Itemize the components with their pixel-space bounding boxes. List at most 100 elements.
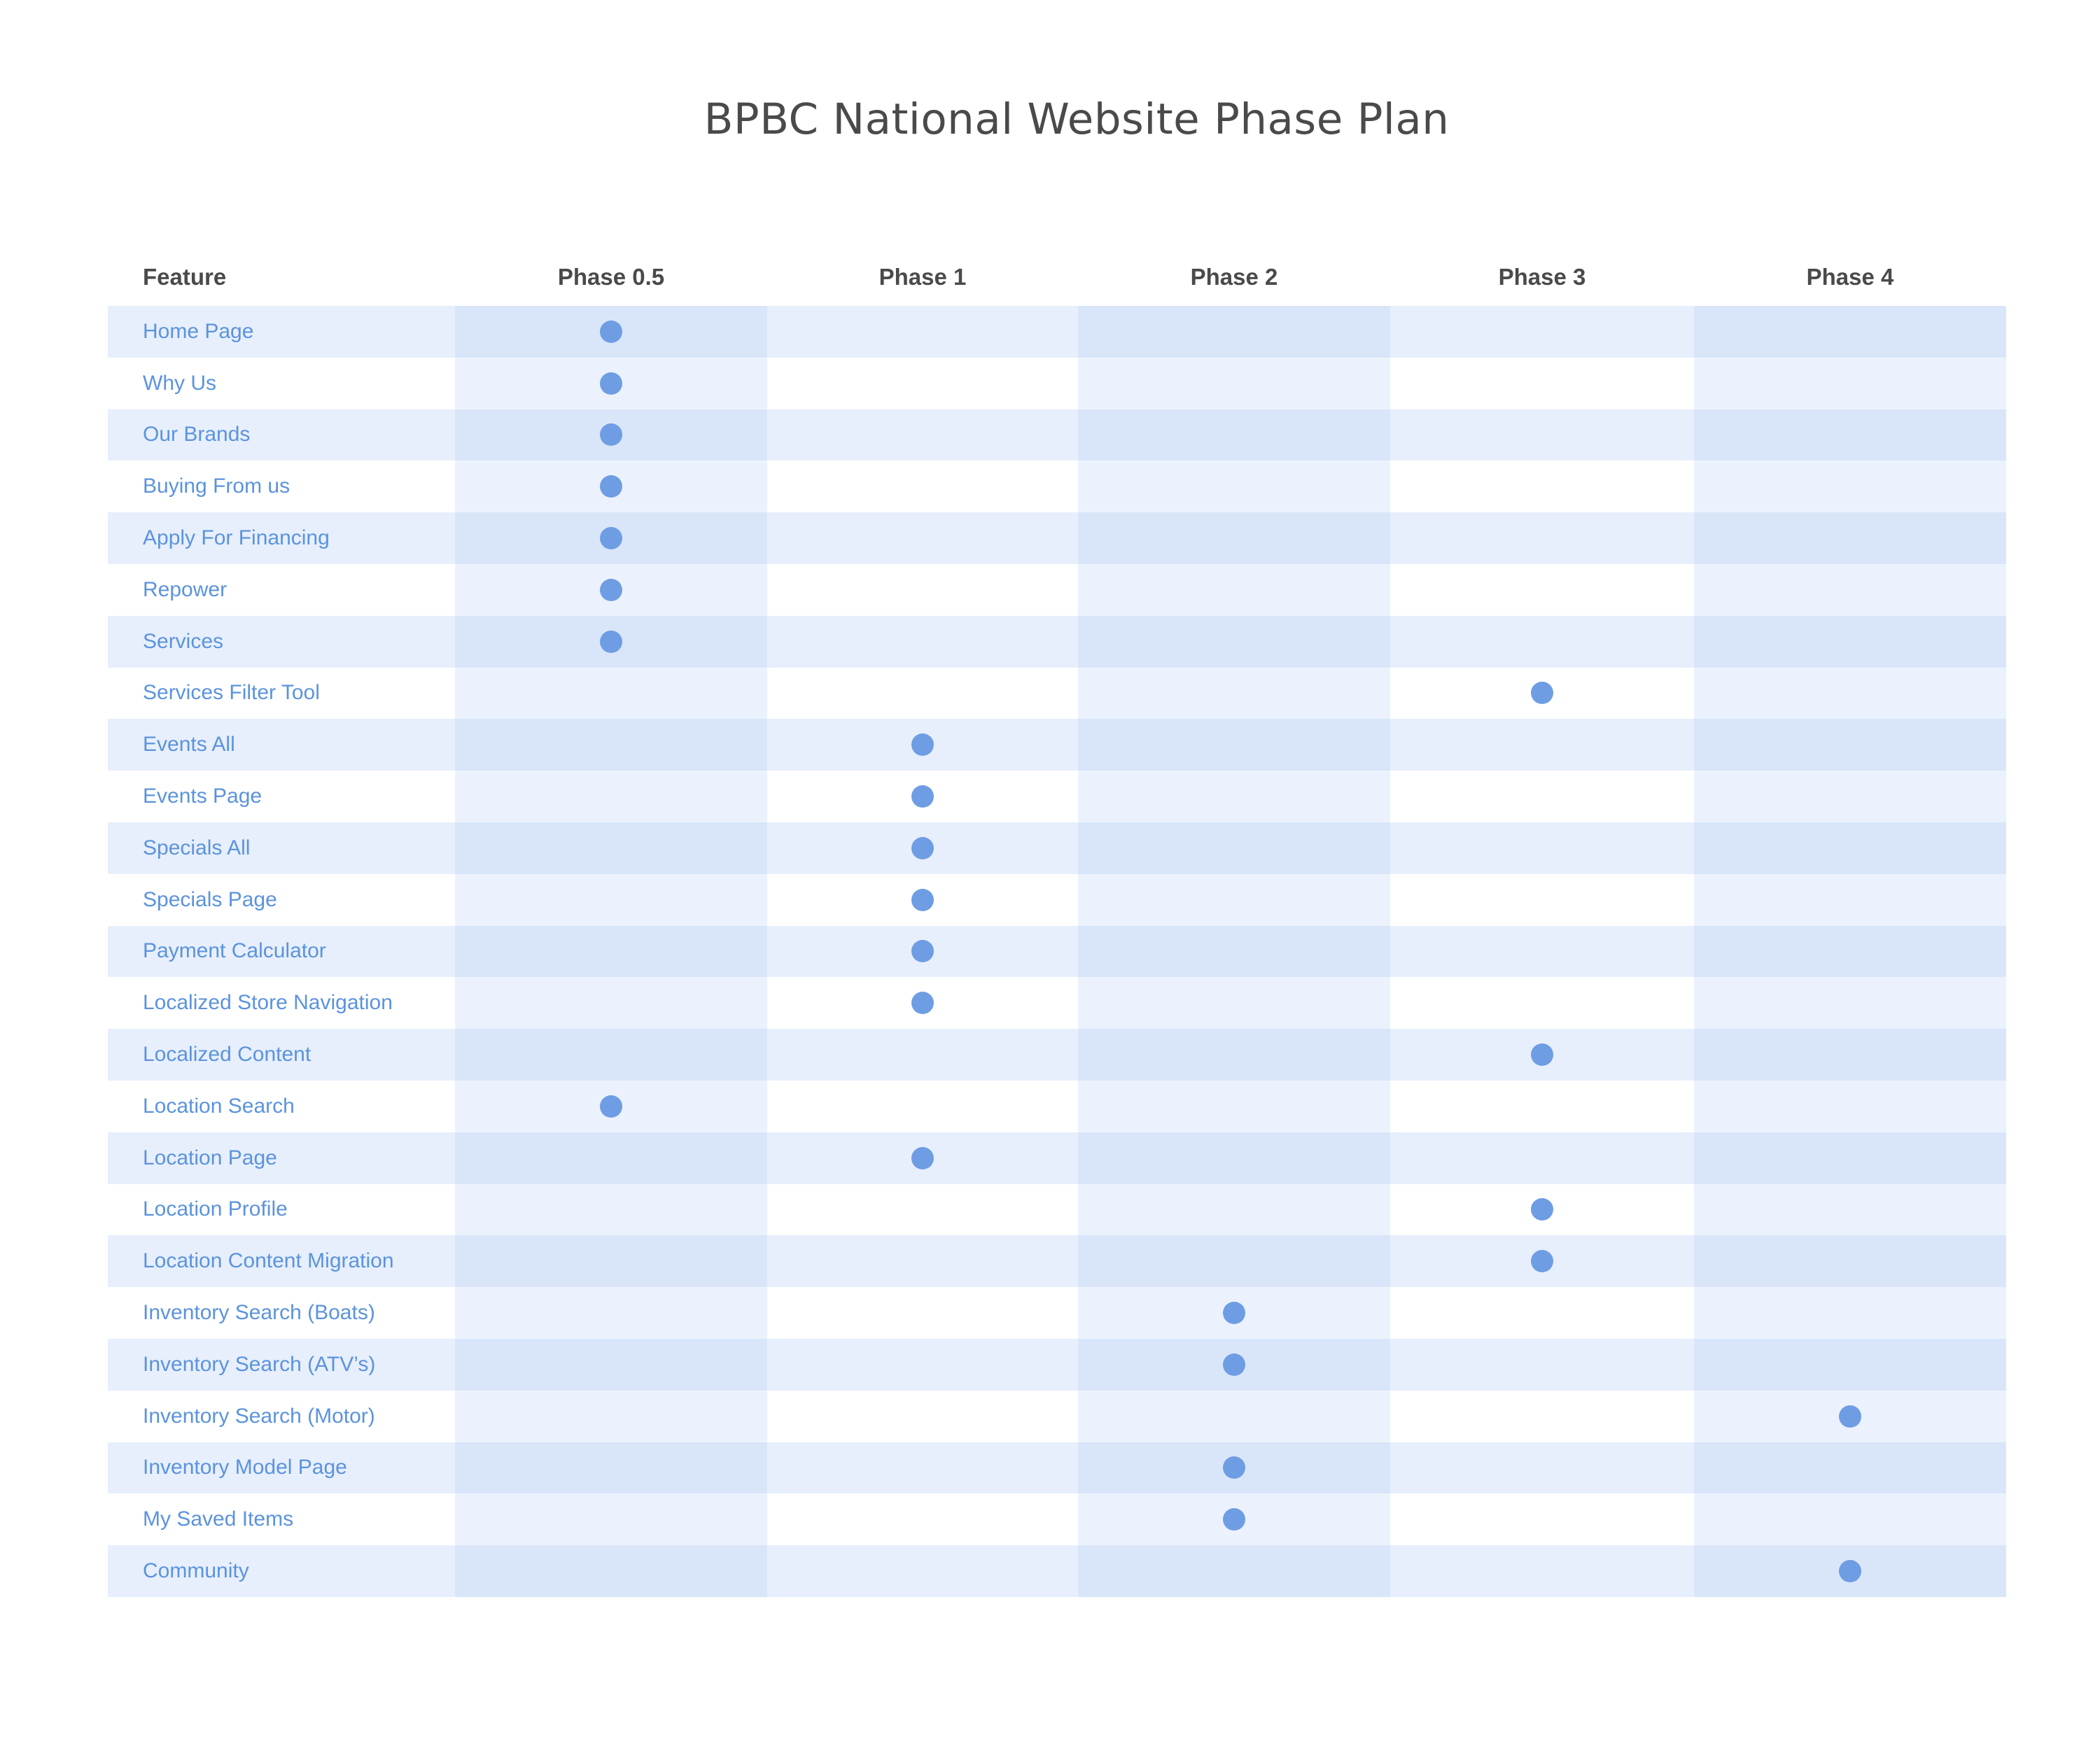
filled-circle-icon — [911, 836, 934, 859]
table-row: Location Search — [108, 1080, 2006, 1132]
table-row: Inventory Model Page — [108, 1442, 2006, 1494]
table-row: Repower — [108, 563, 2006, 616]
header-row: Feature Phase 0.5 Phase 1 Phase 2 Phase … — [108, 248, 2006, 306]
feature-label: Why Us — [108, 357, 455, 409]
phase-cell — [1390, 1029, 1694, 1081]
column-header-phase-4: Phase 4 — [1806, 264, 1894, 290]
feature-label: Location Profile — [108, 1183, 455, 1236]
phase-cell — [767, 667, 1078, 719]
phase-cell — [767, 563, 1078, 616]
phase-cell — [455, 667, 767, 719]
phase-cell — [1694, 1235, 2006, 1288]
table-row: Payment Calculator — [108, 925, 2006, 978]
feature-label: Buying From us — [108, 460, 455, 513]
phase-cell — [767, 977, 1078, 1029]
phase-cell — [1390, 512, 1694, 564]
phase-cell — [1390, 563, 1694, 616]
feature-label: Inventory Model Page — [108, 1442, 455, 1494]
phase-cell — [1078, 1390, 1390, 1442]
phase-cell — [1390, 667, 1694, 719]
filled-circle-icon — [911, 992, 934, 1015]
phase-cell — [1694, 409, 2006, 461]
column-header-phase-1: Phase 1 — [878, 264, 967, 290]
phase-cell — [1390, 1338, 1694, 1391]
table-row: Why Us — [108, 357, 2006, 409]
phase-cell — [455, 615, 767, 668]
filled-circle-icon — [1223, 1508, 1245, 1531]
phase-cell — [1390, 1235, 1694, 1288]
filled-circle-icon — [1223, 1456, 1245, 1479]
phase-cell — [1390, 357, 1694, 409]
filled-circle-icon — [600, 578, 622, 601]
phase-cell — [1078, 1080, 1390, 1132]
table-row: Apply For Financing — [108, 512, 2006, 564]
phase-cell — [767, 719, 1078, 771]
phase-cell — [767, 615, 1078, 668]
phase-cell — [1078, 1442, 1390, 1494]
column-header-feature: Feature — [143, 264, 227, 290]
phase-cell — [1078, 563, 1390, 616]
phase-cell — [1694, 1287, 2006, 1339]
filled-circle-icon — [600, 372, 622, 395]
phase-cell — [1390, 615, 1694, 668]
phase-cell — [455, 306, 767, 358]
filled-circle-icon — [1531, 1250, 1553, 1273]
feature-label: Specials Page — [108, 873, 455, 926]
phase-cell — [1694, 1493, 2006, 1546]
phase-cell — [455, 977, 767, 1029]
phase-cell — [767, 925, 1078, 978]
phase-cell — [455, 1029, 767, 1081]
table-row: Buying From us — [108, 460, 2006, 513]
phase-cell — [1390, 1132, 1694, 1184]
column-header-phase-0-5: Phase 0.5 — [557, 264, 665, 290]
phase-cell — [1694, 925, 2006, 978]
phase-cell — [1078, 1545, 1390, 1597]
phase-cell — [1390, 873, 1694, 926]
phase-cell — [767, 1235, 1078, 1288]
phase-cell — [1078, 409, 1390, 461]
phase-cell — [1390, 977, 1694, 1029]
phase-cell — [1694, 873, 2006, 926]
phase-cell — [1390, 460, 1694, 513]
phase-cell — [1078, 925, 1390, 978]
table-row: Services Filter Tool — [108, 667, 2006, 719]
phase-cell — [1078, 306, 1390, 358]
phase-cell — [767, 873, 1078, 926]
phase-cell — [455, 1390, 767, 1442]
phase-cell — [767, 1080, 1078, 1132]
feature-label: Apply For Financing — [108, 512, 455, 564]
table-row: My Saved Items — [108, 1493, 2006, 1546]
table-row: Events Page — [108, 771, 2006, 822]
table-row: Location Profile — [108, 1183, 2006, 1236]
phase-cell — [1694, 1545, 2006, 1597]
phase-cell — [1694, 1442, 2006, 1494]
feature-label: Inventory Search (Boats) — [108, 1287, 455, 1339]
phase-cell — [1694, 306, 2006, 358]
column-header-phase-3: Phase 3 — [1498, 264, 1586, 290]
phase-cell — [767, 1183, 1078, 1236]
page-title: BPBC National Website Phase Plan — [704, 94, 1450, 144]
phase-cell — [1694, 822, 2006, 874]
phase-cell — [1078, 512, 1390, 564]
phase-cell — [455, 1287, 767, 1339]
phase-cell — [455, 1132, 767, 1184]
phase-cell — [767, 1390, 1078, 1442]
phase-cell — [1390, 306, 1694, 358]
phase-cell — [455, 771, 767, 822]
phase-cell — [1078, 1235, 1390, 1288]
phase-cell — [1078, 615, 1390, 668]
feature-label: Home Page — [108, 306, 455, 358]
table-row: Location Page — [108, 1132, 2006, 1184]
phase-cell — [767, 1338, 1078, 1391]
table-row: Localized Store Navigation — [108, 977, 2006, 1029]
filled-circle-icon — [600, 630, 622, 653]
phase-cell — [1694, 1390, 2006, 1442]
phase-cell — [455, 925, 767, 978]
filled-circle-icon — [600, 475, 622, 498]
feature-label: Events Page — [108, 771, 455, 822]
phase-cell — [1694, 512, 2006, 564]
phase-cell — [455, 1183, 767, 1236]
filled-circle-icon — [1839, 1560, 1861, 1583]
phase-cell — [1078, 667, 1390, 719]
phase-cell — [767, 822, 1078, 874]
